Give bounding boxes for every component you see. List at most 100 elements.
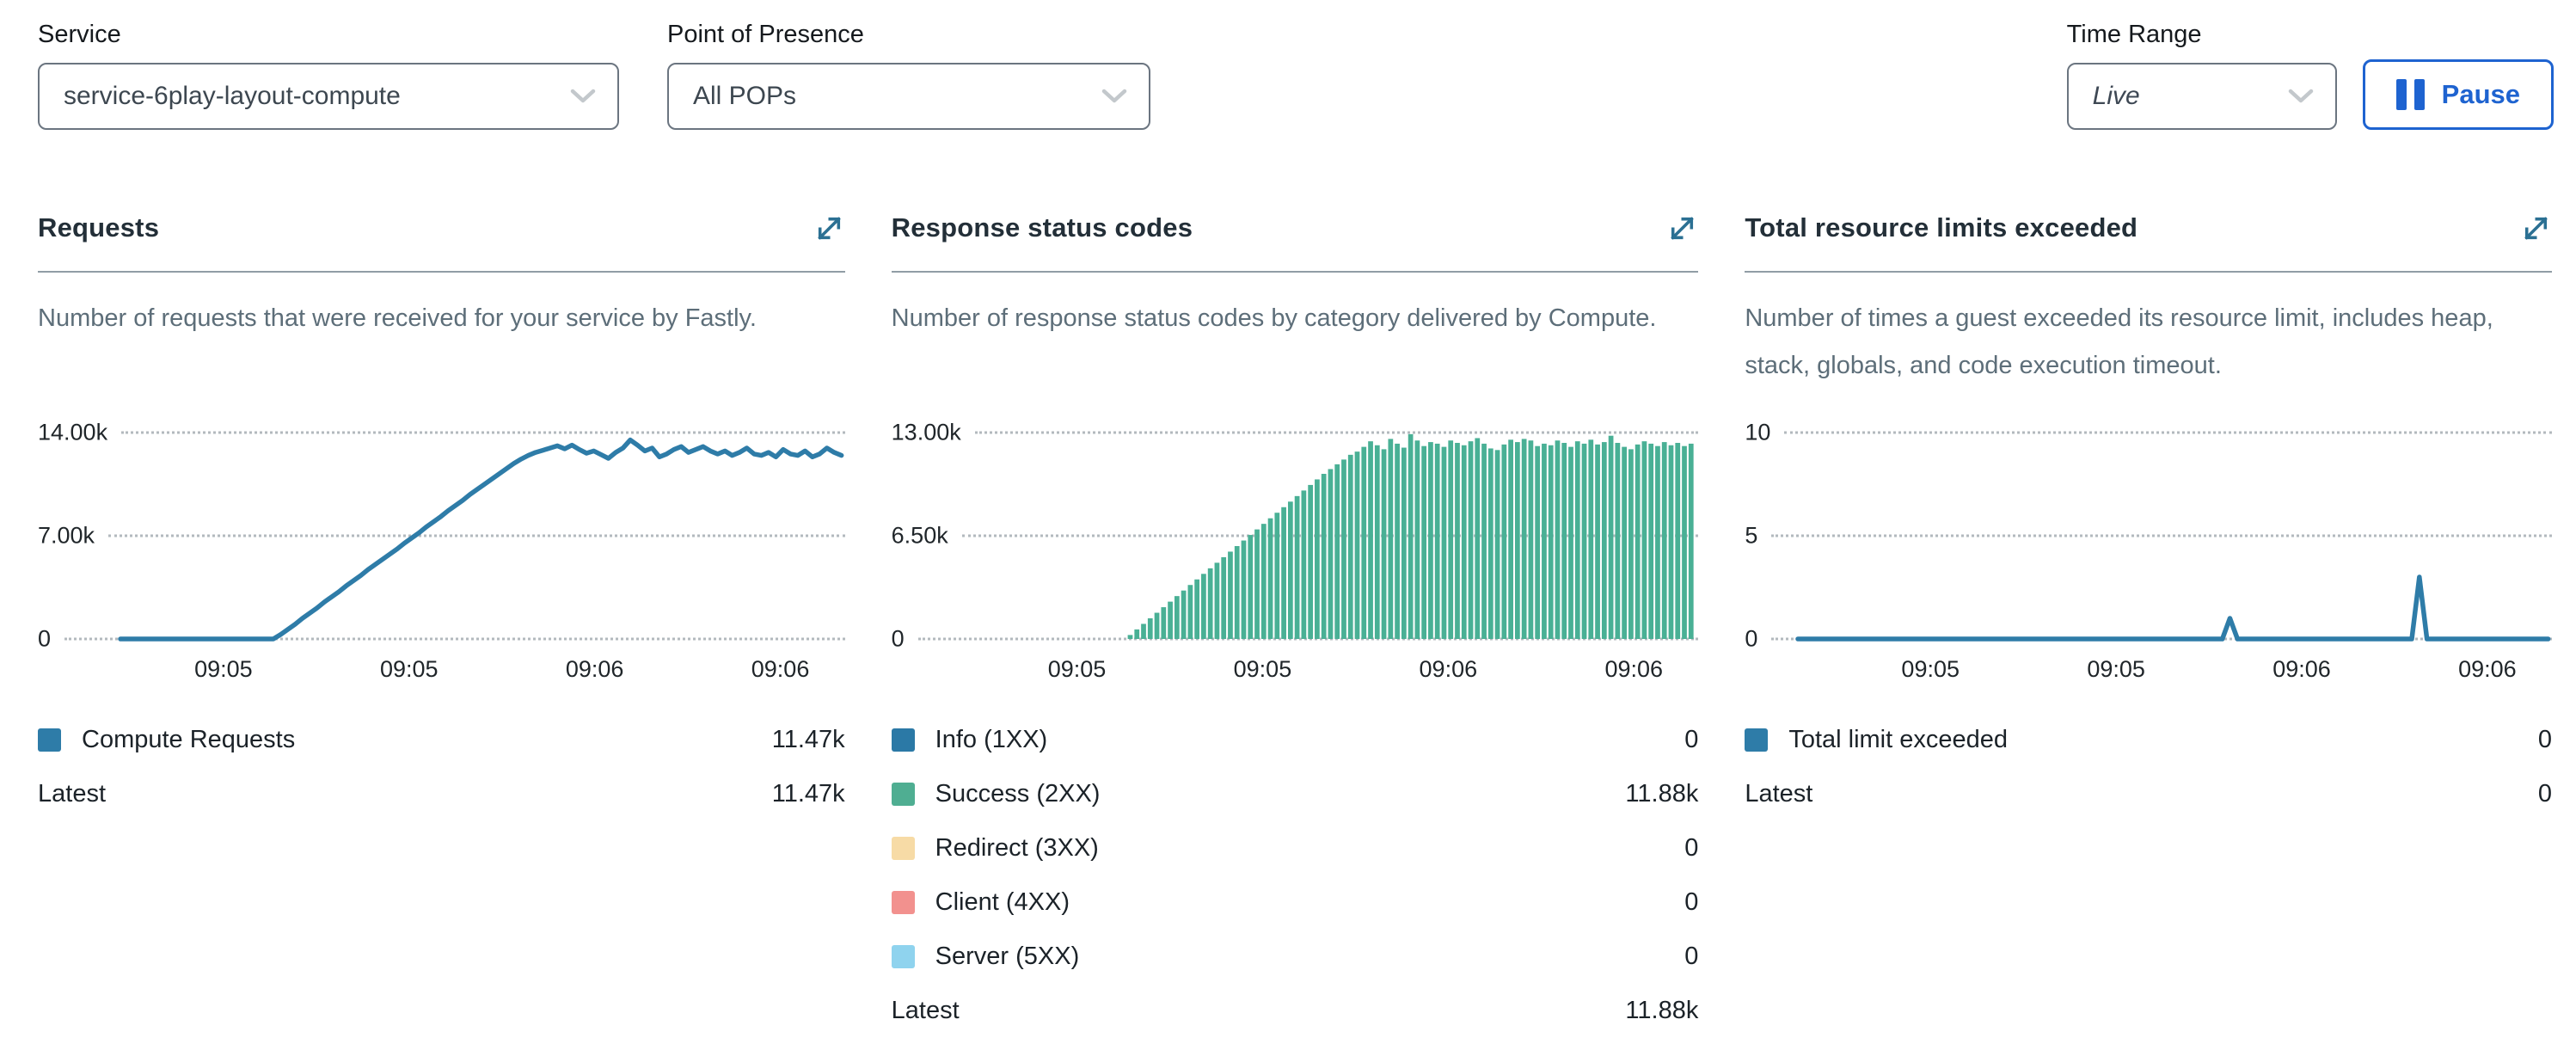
time-range-select[interactable]: Live <box>2067 63 2337 130</box>
x-tick: 09:06 <box>1604 656 1663 683</box>
legend-row: Redirect (3XX) 0 <box>892 821 1699 875</box>
pause-button-label: Pause <box>2442 79 2520 110</box>
service-label: Service <box>38 21 619 49</box>
x-tick: 09:06 <box>2272 656 2331 683</box>
x-tick: 09:06 <box>751 656 810 683</box>
x-tick: 09:05 <box>1234 656 1292 683</box>
time-range-label: Time Range <box>2067 21 2337 49</box>
pop-field: Point of Presence All POPs <box>667 21 1150 130</box>
panel-description: Number of times a guest exceeded its res… <box>1745 295 2552 391</box>
expand-icon[interactable] <box>813 212 845 244</box>
x-tick: 09:05 <box>2087 656 2145 683</box>
legend-swatch-icon <box>892 945 915 968</box>
pop-select[interactable]: All POPs <box>667 63 1150 130</box>
legend-label: Latest <box>38 780 106 808</box>
legend-swatch-icon <box>892 728 915 752</box>
x-tick: 09:05 <box>194 656 253 683</box>
y-tick: 6.50k <box>892 523 962 550</box>
pop-select-value: All POPs <box>693 82 796 111</box>
legend-swatch-icon <box>892 783 915 806</box>
legend: Info (1XX) 0 Success (2XX) 11.88k Redirect (… <box>892 713 1699 1038</box>
legend-row: Compute Requests11.47k <box>38 713 845 767</box>
legend-value: 0 <box>2538 726 2552 754</box>
x-tick: 09:05 <box>1901 656 1960 683</box>
legend-value: 11.88k <box>1625 780 1698 808</box>
panel-title: Total resource limits exceeded <box>1745 212 2137 243</box>
panel-resource-limits: Total resource limits exceeded Number of… <box>1745 209 2552 1038</box>
y-tick: 14.00k <box>38 420 121 446</box>
legend-label: Server (5XX) <box>935 943 1080 971</box>
requests-chart: 14.00k 7.00k 0 <box>38 433 845 639</box>
service-field: Service service-6play-layout-compute <box>38 21 619 130</box>
service-select[interactable]: service-6play-layout-compute <box>38 63 619 130</box>
legend-value: 11.47k <box>772 780 845 808</box>
y-tick: 7.00k <box>38 523 108 550</box>
legend-swatch-icon <box>1745 728 1768 752</box>
y-tick: 5 <box>1745 523 1771 550</box>
pause-icon <box>2396 79 2425 110</box>
legend-swatch-icon <box>38 728 61 752</box>
status-codes-bar-series <box>974 433 1696 639</box>
chevron-down-icon <box>2287 88 2315 105</box>
resource-limits-line-series <box>1798 433 2548 639</box>
y-tick: 13.00k <box>892 420 975 446</box>
legend-row: Server (5XX) 0 <box>892 930 1699 984</box>
panel-description: Number of response status codes by categ… <box>892 295 1699 391</box>
legend-row: Total limit exceeded 0 <box>1745 713 2552 767</box>
expand-icon[interactable] <box>2520 212 2552 244</box>
service-select-value: service-6play-layout-compute <box>64 82 401 111</box>
panel-description: Number of requests that were received fo… <box>38 295 845 391</box>
status-codes-chart: 13.00k 6.50k 0 <box>892 433 1699 639</box>
x-axis: 09:05 09:05 09:06 09:06 <box>892 656 1699 694</box>
legend: Total limit exceeded0Latest0 <box>1745 713 2552 821</box>
expand-icon[interactable] <box>1666 212 1698 244</box>
chevron-down-icon <box>569 88 597 105</box>
legend-label: Success (2XX) <box>935 780 1101 808</box>
legend: Compute Requests11.47k Latest 11.47k <box>38 713 845 821</box>
chevron-down-icon <box>1101 88 1128 105</box>
legend-value: 11.47k <box>772 726 845 754</box>
legend-value: 0 <box>1684 834 1698 863</box>
filter-bar: Service service-6play-layout-compute Poi… <box>0 0 2576 130</box>
charts-grid: Requests Number of requests that were re… <box>0 130 2576 1038</box>
panel-title: Requests <box>38 212 159 243</box>
pause-button[interactable]: Pause <box>2363 59 2554 130</box>
panel-requests: Requests Number of requests that were re… <box>38 209 845 1038</box>
legend-row: Info (1XX) 0 <box>892 713 1699 767</box>
legend-row: Latest 11.88k <box>892 984 1699 1038</box>
legend-value: 11.88k <box>1625 997 1698 1025</box>
requests-line-series <box>120 433 842 639</box>
legend-label: Info (1XX) <box>935 726 1048 754</box>
legend-row: Client (4XX) 0 <box>892 875 1699 930</box>
legend-row: Latest0 <box>1745 767 2552 821</box>
panel-response-status-codes: Response status codes Number of response… <box>892 209 1699 1038</box>
x-tick: 09:05 <box>1048 656 1107 683</box>
time-controls: Time Range Live Pause <box>2067 21 2554 130</box>
legend-value: 0 <box>1684 943 1698 971</box>
legend-swatch-icon <box>892 837 915 860</box>
legend-label: Client (4XX) <box>935 888 1070 917</box>
x-tick: 09:05 <box>380 656 439 683</box>
divider <box>892 271 1699 273</box>
time-range-select-value: Live <box>2093 82 2140 111</box>
y-tick: 10 <box>1745 420 1784 446</box>
legend-label: Total limit exceeded <box>1788 726 2008 754</box>
x-axis: 09:05 09:05 09:06 09:06 <box>38 656 845 694</box>
resource-limits-chart: 10 5 0 <box>1745 433 2552 639</box>
legend-value: 0 <box>1684 888 1698 917</box>
legend-value: 0 <box>2538 780 2552 808</box>
legend-row: Success (2XX) 11.88k <box>892 767 1699 821</box>
legend-label: Latest <box>892 997 960 1025</box>
x-tick: 09:06 <box>2458 656 2517 683</box>
y-tick: 0 <box>892 626 918 653</box>
legend-label: Redirect (3XX) <box>935 834 1099 863</box>
y-tick: 0 <box>1745 626 1771 653</box>
x-tick: 09:06 <box>1420 656 1478 683</box>
legend-value: 0 <box>1684 726 1698 754</box>
time-range-field: Time Range Live <box>2067 21 2337 130</box>
y-tick: 0 <box>38 626 64 653</box>
legend-row: Latest 11.47k <box>38 767 845 821</box>
divider <box>1745 271 2552 273</box>
panel-title: Response status codes <box>892 212 1193 243</box>
x-axis: 09:05 09:05 09:06 09:06 <box>1745 656 2552 694</box>
